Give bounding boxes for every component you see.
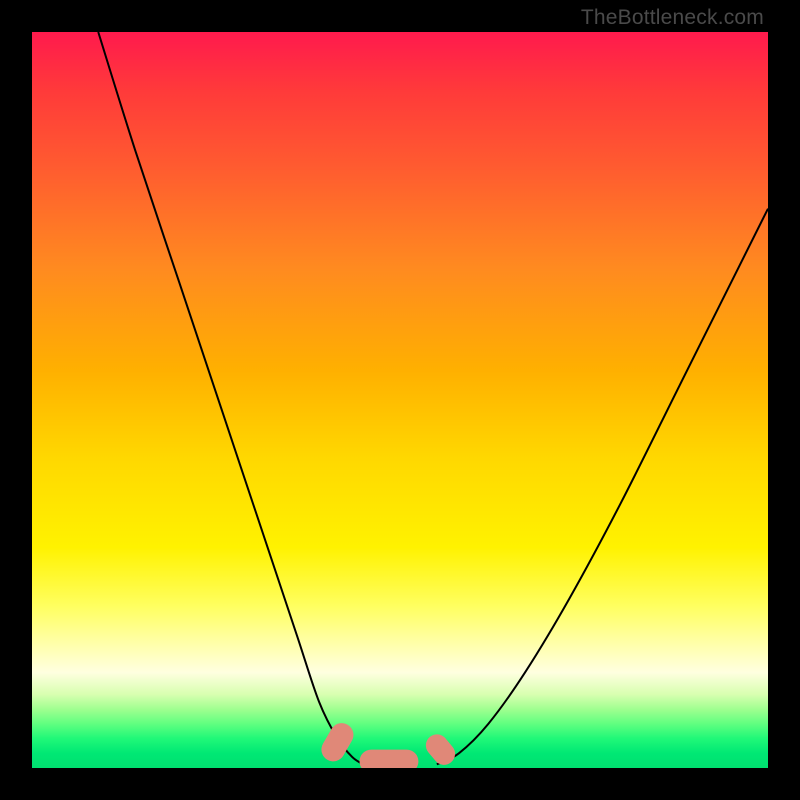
marker-capsule [360,750,419,768]
left-curve [98,32,363,764]
right-curve [437,209,768,765]
marker-capsule [421,730,459,768]
marker-capsule [317,719,358,766]
bottom-markers [317,719,459,768]
chart-frame: TheBottleneck.com [0,0,800,800]
curves-svg [32,32,768,768]
plot-area [32,32,768,768]
watermark-text: TheBottleneck.com [581,6,764,30]
